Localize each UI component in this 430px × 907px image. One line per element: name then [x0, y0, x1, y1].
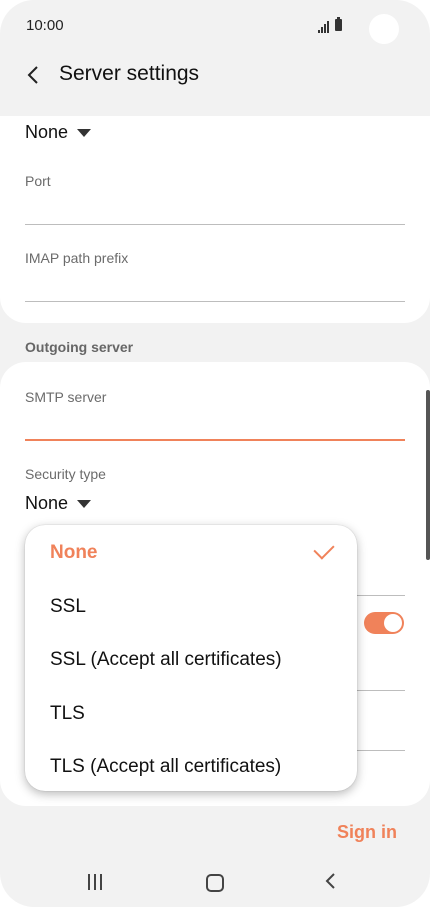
authentication-toggle[interactable] — [364, 612, 404, 634]
recents-icon[interactable] — [86, 874, 104, 890]
signal-icon — [318, 21, 332, 33]
imap-prefix-label: IMAP path prefix — [25, 250, 129, 266]
dropdown-option-ssl-accept-all[interactable]: SSL (Accept all certificates) — [50, 649, 282, 671]
home-icon[interactable] — [206, 874, 224, 892]
smtp-label: SMTP server — [25, 389, 107, 405]
security-type-dropdown: None SSL SSL (Accept all certificates) T… — [25, 525, 357, 791]
sign-in-button[interactable]: Sign in — [337, 822, 397, 843]
dropdown-option-none[interactable]: None — [50, 542, 98, 564]
status-bar: 10:00 — [0, 0, 430, 54]
battery-icon — [335, 17, 342, 31]
dropdown-option-tls[interactable]: TLS — [50, 703, 85, 725]
check-icon — [313, 538, 335, 560]
back-button[interactable] — [18, 60, 48, 90]
app-header: Server settings — [0, 54, 430, 116]
incoming-security-value: None — [25, 122, 69, 142]
outgoing-security-select[interactable]: None — [25, 493, 92, 514]
imap-prefix-input[interactable] — [25, 301, 405, 302]
toggle-knob — [384, 614, 402, 632]
caret-down-icon — [77, 128, 92, 137]
incoming-security-select[interactable]: None — [25, 122, 92, 143]
phone-screen: 10:00 Server settings None Port IMAP pat… — [0, 0, 430, 907]
dropdown-option-ssl[interactable]: SSL — [50, 596, 86, 618]
outgoing-security-label: Security type — [25, 466, 106, 482]
port-label: Port — [25, 173, 51, 189]
smtp-server-input[interactable] — [25, 439, 405, 441]
page-title: Server settings — [59, 62, 200, 85]
incoming-server-card — [0, 116, 430, 323]
port-input[interactable] — [25, 224, 405, 225]
dropdown-option-tls-accept-all[interactable]: TLS (Accept all certificates) — [50, 756, 281, 778]
outgoing-security-value: None — [25, 493, 69, 513]
nav-back-icon[interactable] — [324, 870, 336, 896]
scrollbar-thumb[interactable] — [426, 390, 430, 560]
front-camera — [369, 14, 399, 44]
system-nav-bar — [0, 860, 430, 907]
status-time: 10:00 — [26, 17, 64, 34]
outgoing-section-title: Outgoing server — [25, 339, 134, 355]
caret-down-icon — [77, 499, 92, 508]
chevron-left-icon — [27, 66, 38, 84]
